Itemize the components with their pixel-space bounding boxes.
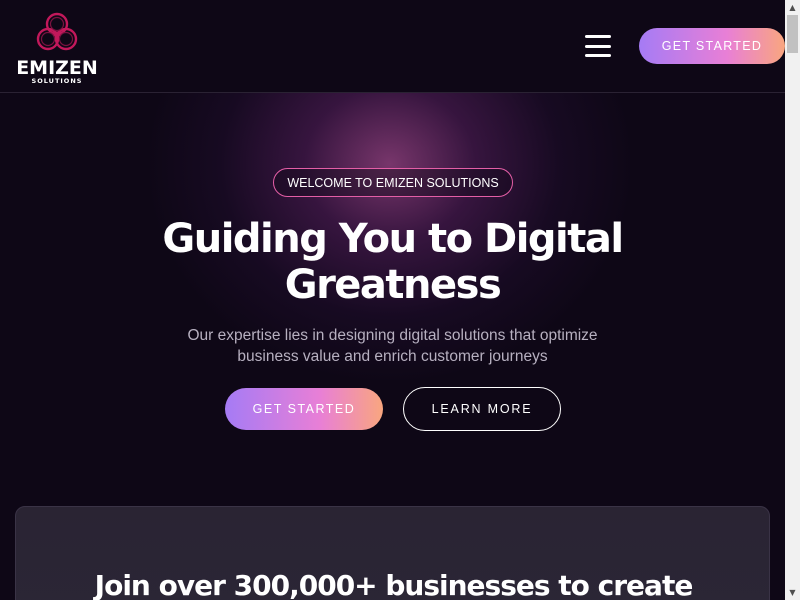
hamburger-line bbox=[585, 44, 611, 48]
hero-title: Guiding You to Digital Greatness bbox=[140, 216, 645, 308]
hero-subtitle: Our expertise lies in designing digital … bbox=[160, 325, 625, 367]
logo-knot-icon bbox=[36, 12, 78, 51]
logo[interactable]: EMIZEN SOLUTIONS bbox=[9, 10, 105, 85]
vertical-scrollbar[interactable]: ▲ ▼ bbox=[785, 0, 800, 600]
logo-text: EMIZEN bbox=[16, 57, 98, 79]
card-title: Join over 300,000+ businesses to create bbox=[94, 569, 694, 600]
businesses-card: Join over 300,000+ businesses to create bbox=[15, 506, 770, 600]
hero-subtitle-line1: Our expertise lies in designing digital … bbox=[187, 327, 598, 344]
welcome-badge: WELCOME TO EMIZEN SOLUTIONS bbox=[273, 168, 513, 197]
hamburger-line bbox=[585, 35, 611, 38]
site-header: EMIZEN SOLUTIONS GET STARTED bbox=[0, 0, 785, 93]
scroll-up-arrow-icon[interactable]: ▲ bbox=[785, 0, 800, 15]
hero-learn-more-button[interactable]: LEARN MORE bbox=[403, 387, 561, 431]
hero-title-line1: Guiding You to Digital bbox=[162, 216, 624, 262]
scroll-down-arrow-icon[interactable]: ▼ bbox=[785, 585, 800, 600]
hamburger-line bbox=[585, 54, 611, 57]
hero-title-line2: Greatness bbox=[284, 262, 502, 308]
hero-subtitle-line2: business value and enrich customer journ… bbox=[237, 348, 548, 365]
logo-subtext: SOLUTIONS bbox=[31, 77, 83, 85]
hero-get-started-button[interactable]: GET STARTED bbox=[225, 388, 383, 430]
page: EMIZEN SOLUTIONS GET STARTED WELCOME TO … bbox=[0, 0, 785, 600]
scrollbar-thumb[interactable] bbox=[787, 15, 798, 53]
header-get-started-button[interactable]: GET STARTED bbox=[639, 28, 785, 64]
hamburger-menu-icon[interactable] bbox=[585, 35, 611, 57]
